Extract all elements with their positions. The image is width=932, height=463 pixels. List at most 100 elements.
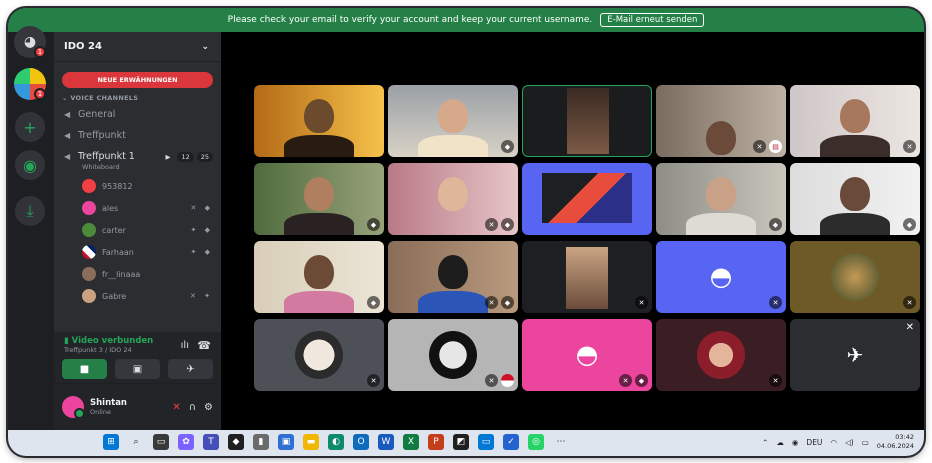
- discord-logo-icon: ◓: [575, 340, 599, 370]
- participant-body: [418, 135, 488, 157]
- voice-channel-treffpunkt[interactable]: ◀ Treffpunkt: [54, 125, 221, 146]
- new-mentions-pill[interactable]: NEUE ERWÄHNUNGEN: [62, 72, 213, 88]
- video-tile-avatar[interactable]: ◓ ✕ ◆: [522, 319, 652, 391]
- clock[interactable]: 03:42 04.06.2024: [877, 433, 914, 451]
- video-tile[interactable]: ◆: [254, 241, 384, 313]
- video-tile[interactable]: ✕: [790, 85, 920, 157]
- participant-body: [820, 213, 890, 235]
- voice-user[interactable]: 953812: [54, 175, 221, 197]
- app-icon[interactable]: ▮: [253, 434, 269, 450]
- start-icon[interactable]: ⊞: [103, 434, 119, 450]
- participant-body: [418, 291, 488, 313]
- more-icon[interactable]: ⋯: [553, 434, 569, 450]
- search-icon[interactable]: ⌕: [128, 434, 144, 450]
- discord-logo-icon: ◓: [709, 262, 733, 292]
- mic-muted-icon[interactable]: ✕: [172, 402, 180, 413]
- excel-icon[interactable]: X: [403, 434, 419, 450]
- disconnect-icon[interactable]: ☎: [197, 339, 211, 352]
- video-tile[interactable]: ✕ ◆: [388, 163, 518, 235]
- voice-channel-path[interactable]: Treffpunkt 3 / IDO 24: [54, 346, 221, 354]
- video-tile-screenshare[interactable]: [522, 163, 652, 235]
- volume-icon[interactable]: ◁): [845, 438, 854, 447]
- home-badge: 1: [34, 46, 46, 58]
- voice-user[interactable]: Farhaan ✦ ◆: [54, 241, 221, 263]
- server-header[interactable]: IDO 24 ⌄: [54, 32, 221, 62]
- flag-icon: [501, 374, 514, 387]
- video-tile[interactable]: ✕ ▤: [656, 85, 786, 157]
- camera-button[interactable]: ■: [62, 359, 107, 379]
- teams-icon[interactable]: T: [203, 434, 219, 450]
- username: Shintan: [90, 398, 127, 408]
- cloud-icon[interactable]: ☁: [776, 438, 784, 447]
- todo-icon[interactable]: ✓: [503, 434, 519, 450]
- outlook-icon[interactable]: O: [353, 434, 369, 450]
- close-icon[interactable]: ✕: [906, 322, 914, 333]
- video-tile-avatar[interactable]: ✕: [254, 319, 384, 391]
- muted-icon: ✕: [485, 374, 498, 387]
- video-tile[interactable]: ◆: [656, 163, 786, 235]
- activities-button[interactable]: ✈: [168, 359, 213, 379]
- muted-icon: ✕ ◆: [190, 204, 213, 212]
- voice-user[interactable]: Gabre ✕ ✦: [54, 285, 221, 307]
- participant-body: [284, 213, 354, 235]
- app-icon[interactable]: ◩: [453, 434, 469, 450]
- activity-icon: ◆: [769, 218, 782, 231]
- gear-icon[interactable]: ⚙: [204, 402, 213, 413]
- voice-channel-general[interactable]: ◀ General: [54, 104, 221, 125]
- resend-email-button[interactable]: E-Mail erneut senden: [600, 13, 705, 27]
- task-view-icon[interactable]: ▭: [153, 434, 169, 450]
- avatar: [82, 245, 96, 259]
- voice-user[interactable]: fr__linaaa: [54, 263, 221, 285]
- app-icon[interactable]: ▭: [478, 434, 494, 450]
- avatar[interactable]: [62, 396, 85, 419]
- noise-suppression-icon[interactable]: ılı: [181, 340, 189, 351]
- app-icon[interactable]: ▣: [278, 434, 294, 450]
- screen-share-button[interactable]: ▣: [115, 359, 160, 379]
- video-tile-avatar[interactable]: ✕: [388, 319, 518, 391]
- language-indicator[interactable]: DEU: [806, 438, 822, 447]
- file-explorer-icon[interactable]: ▬: [303, 434, 319, 450]
- video-tile[interactable]: ◆: [388, 85, 518, 157]
- edge-icon[interactable]: ◐: [328, 434, 344, 450]
- invite-activity-tile[interactable]: ✈ ✕: [790, 319, 920, 391]
- participant-video: [840, 99, 870, 133]
- participant-video: [566, 247, 608, 309]
- chevron-up-icon[interactable]: ⌃: [762, 438, 768, 447]
- video-icon: ▶: [165, 152, 171, 161]
- video-tile[interactable]: [254, 85, 384, 157]
- video-tile[interactable]: ✕ ◆: [388, 241, 518, 313]
- video-tile-speaking[interactable]: [522, 85, 652, 157]
- headphones-icon[interactable]: ∩: [189, 402, 196, 413]
- mic-icon[interactable]: ◉: [792, 438, 799, 447]
- word-icon[interactable]: W: [378, 434, 394, 450]
- copilot-icon[interactable]: ✿: [178, 434, 194, 450]
- video-tile-avatar[interactable]: ✕: [656, 319, 786, 391]
- discord-window: Please check your email to verify your a…: [8, 8, 924, 456]
- video-tile-avatar[interactable]: ◓ ✕: [656, 241, 786, 313]
- speaker-icon: ◀: [64, 131, 71, 140]
- video-tile-avatar[interactable]: ✕: [790, 241, 920, 313]
- battery-icon[interactable]: ▭: [862, 438, 869, 447]
- avatar: [697, 331, 745, 379]
- video-tile[interactable]: ◆: [790, 163, 920, 235]
- user-panel: Shintan Online ✕ ∩ ⚙: [54, 384, 221, 430]
- voice-user[interactable]: carter ✦ ◆: [54, 219, 221, 241]
- video-tile[interactable]: ✕: [522, 241, 652, 313]
- participant-video: [304, 255, 334, 289]
- category-header[interactable]: ⌄ VOICE CHANNELS: [62, 94, 221, 102]
- app-icon[interactable]: ◆: [228, 434, 244, 450]
- download-icon[interactable]: ⤓: [15, 196, 45, 226]
- whatsapp-icon[interactable]: ◎: [528, 434, 544, 450]
- powerpoint-icon[interactable]: P: [428, 434, 444, 450]
- discover-icon[interactable]: ◉: [15, 150, 45, 180]
- shared-screen: [542, 173, 632, 223]
- video-tile[interactable]: ◆: [254, 163, 384, 235]
- add-server-icon[interactable]: +: [15, 112, 45, 142]
- avatar: [429, 331, 477, 379]
- activity-icon: ◆: [903, 218, 916, 231]
- video-grid: ◆ ✕ ▤ ✕ ◆ ✕ ◆ ◆ ◆ ◆ ✕ ◆ ✕ ◓ ✕ ✕ ✕ ✕ ◓ ✕ …: [221, 32, 924, 430]
- participant-video: [438, 99, 468, 133]
- wifi-icon[interactable]: ◠: [830, 438, 837, 447]
- voice-user[interactable]: ales ✕ ◆: [54, 197, 221, 219]
- voice-channel-treffpunkt-1[interactable]: ◀ Treffpunkt 1 ▶ 12 25: [54, 146, 221, 167]
